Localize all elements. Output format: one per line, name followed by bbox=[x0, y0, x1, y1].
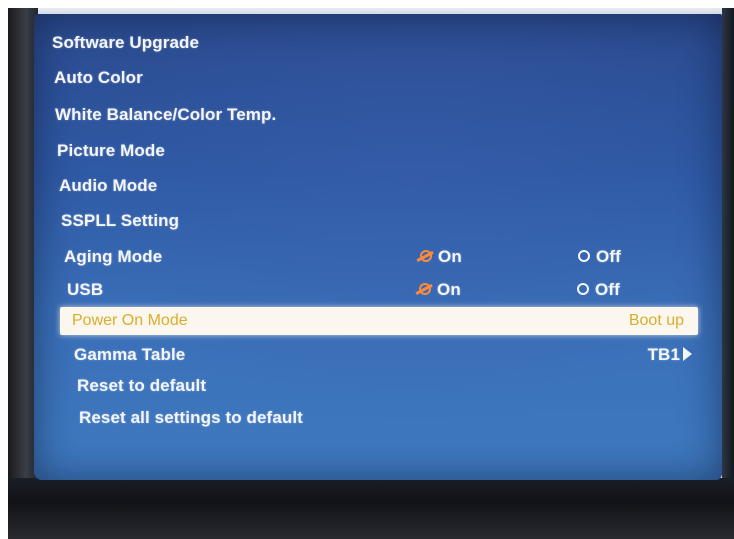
service-menu: Software Upgrade Auto Color White Balanc… bbox=[34, 14, 722, 480]
usb-on-option[interactable]: On bbox=[419, 275, 461, 305]
aging-mode-off-option[interactable]: Off bbox=[578, 242, 621, 272]
menu-item-label: Software Upgrade bbox=[52, 33, 200, 52]
menu-item-value: TB1 bbox=[647, 345, 680, 364]
gamma-table-value: TB1 bbox=[648, 340, 692, 370]
menu-item-label: Auto Color bbox=[54, 68, 143, 87]
usb-off-option[interactable]: Off bbox=[577, 275, 620, 305]
menu-item-label: SSPLL Setting bbox=[61, 211, 180, 230]
menu-item-aging-mode[interactable]: Aging Mode On Off bbox=[64, 242, 674, 272]
radio-checked-icon bbox=[419, 282, 431, 295]
menu-item-label: Power On Mode bbox=[72, 312, 188, 329]
menu-item-power-on-mode[interactable]: Power On Mode Boot up bbox=[60, 307, 698, 335]
menu-item-value: Boot up bbox=[628, 312, 684, 329]
menu-item-label: Reset all settings to default bbox=[79, 408, 303, 427]
menu-item-label: White Balance/Color Temp. bbox=[55, 105, 277, 124]
off-label: Off bbox=[596, 247, 621, 266]
radio-unchecked-icon bbox=[577, 282, 589, 295]
menu-item-label: Gamma Table bbox=[74, 345, 186, 364]
radio-checked-icon bbox=[420, 249, 432, 262]
menu-item-label: USB bbox=[67, 280, 104, 299]
off-label: Off bbox=[595, 280, 620, 299]
menu-item-label: Aging Mode bbox=[64, 247, 163, 266]
menu-item-gamma-table[interactable]: Gamma Table TB1 bbox=[74, 340, 692, 370]
menu-item-usb[interactable]: USB On Off bbox=[67, 275, 677, 305]
service-menu-screen: Software Upgrade Auto Color White Balanc… bbox=[34, 14, 722, 480]
menu-item-label: Audio Mode bbox=[59, 176, 158, 195]
menu-item-label: Picture Mode bbox=[57, 141, 165, 160]
tv-photo: Software Upgrade Auto Color White Balanc… bbox=[0, 0, 734, 539]
arrow-right-icon bbox=[683, 346, 692, 361]
on-label: On bbox=[437, 280, 461, 299]
on-label: On bbox=[438, 247, 462, 266]
bezel-bottom bbox=[8, 478, 734, 539]
menu-item-label: Reset to default bbox=[77, 376, 207, 395]
radio-unchecked-icon bbox=[578, 249, 590, 262]
aging-mode-on-option[interactable]: On bbox=[420, 242, 462, 272]
bezel-right bbox=[722, 8, 734, 539]
